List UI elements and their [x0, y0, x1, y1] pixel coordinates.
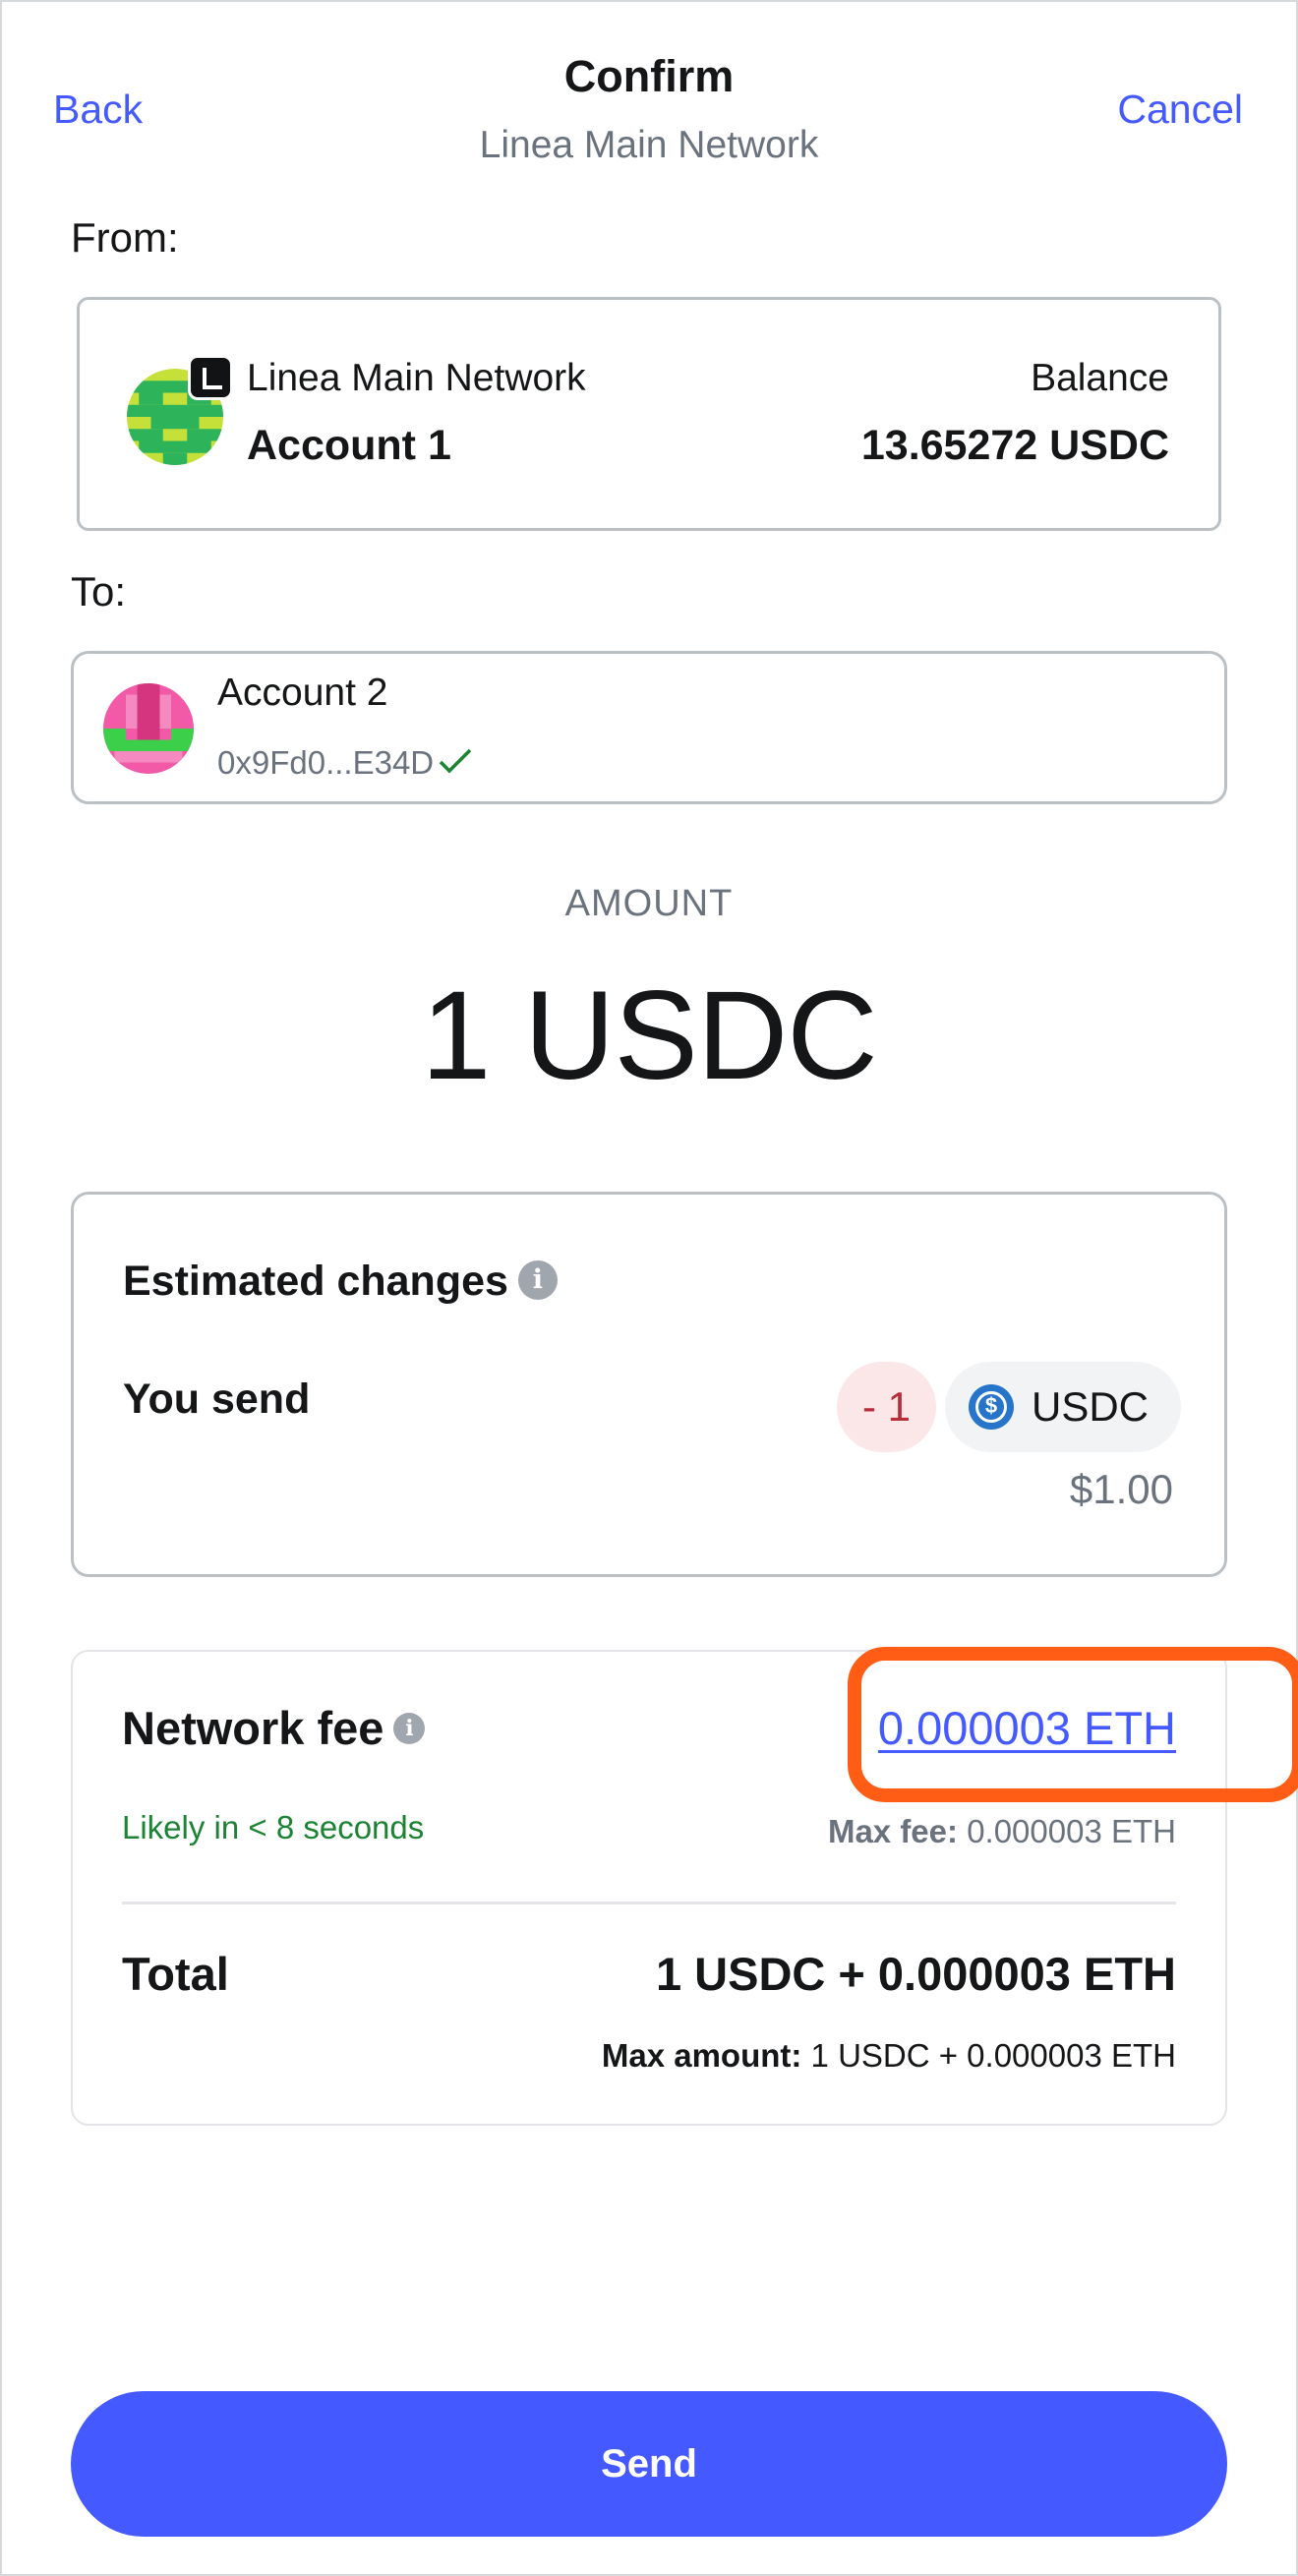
- from-label: From:: [71, 214, 179, 261]
- network-subtitle: Linea Main Network: [479, 124, 819, 166]
- fee-info-icon[interactable]: i: [393, 1712, 426, 1744]
- max-fee: Max fee: 0.000003 ETH: [828, 1813, 1176, 1850]
- to-account-card[interactable]: Account 2 0x9Fd0...E34D: [71, 651, 1227, 804]
- fee-highlight-outline: [848, 1647, 1298, 1802]
- total-value: 1 USDC + 0.000003 ETH: [655, 1948, 1176, 2000]
- to-label: To:: [71, 568, 127, 615]
- send-delta-badge: - 1: [837, 1362, 937, 1452]
- to-address-row: 0x9Fd0...E34D: [217, 744, 473, 782]
- estimated-changes-label: Estimated changes: [123, 1258, 508, 1305]
- max-fee-label: Max fee:: [827, 1813, 959, 1849]
- estimated-changes-card: Estimated changes i You send - 1 $ USDC $…: [71, 1192, 1227, 1577]
- you-send-label: You send: [123, 1376, 311, 1423]
- token-pill[interactable]: $ USDC: [945, 1362, 1181, 1452]
- from-account-card[interactable]: Linea Main Network Account 1 Balance 13.…: [77, 297, 1221, 531]
- balance-label: Balance: [1031, 357, 1169, 399]
- token-name: USDC: [1032, 1383, 1150, 1430]
- fiat-value: $1.00: [1069, 1466, 1173, 1512]
- to-address: 0x9Fd0...E34D: [217, 744, 435, 781]
- fee-time-estimate: Likely in < 8 seconds: [122, 1809, 425, 1845]
- usdc-token-icon: $: [969, 1384, 1014, 1430]
- estimated-changes-title: Estimated changes i: [123, 1258, 558, 1306]
- verified-check-icon: [439, 749, 472, 774]
- divider: [122, 1902, 1176, 1904]
- max-amount-label: Max amount:: [601, 2037, 802, 2074]
- network-fee-card: Network fee i 0.000003 ETH Likely in < 8 …: [71, 1647, 1298, 2126]
- balance-value: 13.65272 USDC: [860, 422, 1169, 469]
- from-account-name: Account 1: [247, 422, 451, 469]
- page-title: Confirm: [563, 51, 735, 101]
- max-fee-value: 0.000003 ETH: [967, 1813, 1176, 1849]
- info-icon[interactable]: i: [517, 1259, 558, 1300]
- send-button[interactable]: Send: [71, 2391, 1227, 2537]
- to-account-name: Account 2: [217, 672, 388, 714]
- amount-label: AMOUNT: [564, 883, 734, 924]
- cancel-button[interactable]: Cancel: [1117, 87, 1243, 133]
- max-amount: Max amount: 1 USDC + 0.000003 ETH: [602, 2037, 1176, 2075]
- network-fee-title: Network fee i: [122, 1701, 426, 1755]
- network-fee-label: Network fee: [122, 1702, 384, 1754]
- total-label: Total: [122, 1948, 229, 2000]
- account-2-avatar: [103, 683, 194, 774]
- max-amount-value: 1 USDC + 0.000003 ETH: [810, 2037, 1176, 2074]
- amount-value: 1 USDC: [421, 966, 877, 1106]
- from-network-name: Linea Main Network: [247, 357, 586, 399]
- linea-network-icon: [188, 355, 233, 400]
